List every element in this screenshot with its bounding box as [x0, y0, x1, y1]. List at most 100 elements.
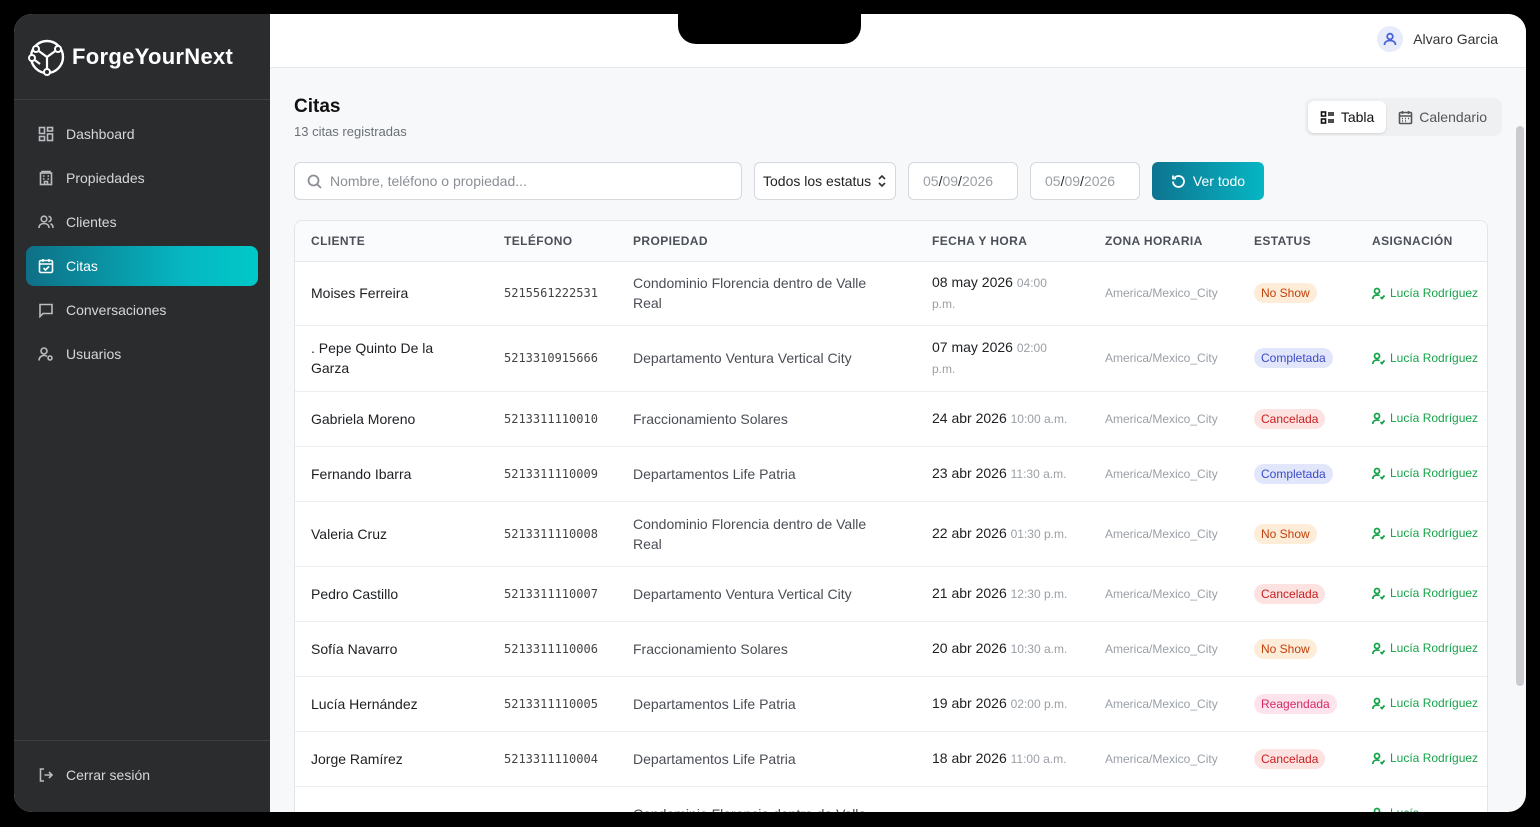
chevron-updown-icon: [878, 174, 886, 188]
fecha-value: 22 abr 2026: [932, 525, 1007, 541]
cell-fecha-hora: 22 abr 2026 01:30 p.m.: [916, 501, 1089, 567]
view-calendar-button[interactable]: Calendario: [1386, 101, 1499, 133]
cell-zona-horaria: America/Mexico_City: [1089, 676, 1238, 732]
cell-fecha-hora: 21 abr 2026 12:30 p.m.: [916, 566, 1089, 622]
zona-value: America/Mexico_City: [1105, 411, 1218, 426]
cell-telefono: 5213311110007: [488, 566, 617, 622]
logout-label: Cerrar sesión: [66, 767, 151, 783]
table-row[interactable]: Condominio Florencia dentro de Valle Luc…: [295, 786, 1487, 812]
sidebar-item-label: Propiedades: [66, 170, 145, 186]
propiedad-value: Departamentos Life Patria: [633, 695, 796, 712]
table-row[interactable]: Jorge Ramírez 5213311110004 Departamentos …: [295, 731, 1487, 787]
fecha-value: 20 abr 2026: [932, 640, 1007, 656]
propiedad-value: Fraccionamiento Solares: [633, 410, 788, 427]
user-menu[interactable]: Alvaro Garcia: [1377, 26, 1498, 52]
table-row[interactable]: . Pepe Quinto De la Garza 5213310915666 De…: [295, 325, 1487, 392]
col-telefono[interactable]: Teléfono: [488, 221, 617, 262]
user-check-icon: [1372, 697, 1385, 710]
cliente-name: Pedro Castillo: [311, 585, 399, 602]
cell-propiedad: Departamentos Life Patria: [617, 676, 916, 732]
cell-propiedad: Departamento Ventura Vertical City: [617, 566, 916, 622]
scrollbar[interactable]: [1516, 126, 1524, 686]
col-propiedad[interactable]: Propiedad: [617, 221, 916, 262]
col-estatus[interactable]: Estatus: [1238, 221, 1356, 262]
cell-telefono: [488, 786, 617, 812]
sidebar-item-dashboard[interactable]: Dashboard: [26, 114, 258, 154]
cell-cliente: . Pepe Quinto De la Garza: [295, 325, 488, 392]
main-content: Citas 13 citas registradas Tabla Calenda…: [270, 68, 1526, 812]
hora-value: 11:30 a.m.: [1010, 467, 1067, 481]
citas-table: Cliente Teléfono Propiedad Fecha y hora …: [294, 220, 1488, 812]
cell-telefono: 5213311110010: [488, 391, 617, 447]
logout-button[interactable]: Cerrar sesión: [26, 755, 258, 795]
cell-asignacion: Lucía Rodríguez: [1356, 325, 1487, 392]
col-zona-horaria[interactable]: Zona horaria: [1089, 221, 1238, 262]
sidebar-item-usuarios[interactable]: Usuarios: [26, 334, 258, 374]
cell-estatus: Cancelada: [1238, 566, 1356, 622]
table-row[interactable]: Lucía Hernández 5213311110005 Departamento…: [295, 676, 1487, 732]
col-cliente[interactable]: Cliente: [295, 221, 488, 262]
table-row[interactable]: Moises Ferreira 5215561222531 Condominio F…: [295, 261, 1487, 326]
table-row[interactable]: Pedro Castillo 5213311110007 Departamento …: [295, 566, 1487, 622]
propiedad-value: Departamento Ventura Vertical City: [633, 585, 852, 602]
status-badge: Reagendada: [1254, 693, 1337, 714]
cell-propiedad: Condominio Florencia dentro de Valle: [617, 786, 916, 812]
date-to-input[interactable]: 05/09/2026: [1030, 162, 1140, 200]
col-asignacion[interactable]: Asignación: [1356, 221, 1487, 262]
table-row[interactable]: Gabriela Moreno 5213311110010 Fraccionamie…: [295, 391, 1487, 447]
sidebar-footer: Cerrar sesión: [14, 740, 270, 812]
hora-value: 11:00 a.m.: [1010, 752, 1067, 766]
col-fecha-hora[interactable]: Fecha y hora: [916, 221, 1089, 262]
table-row[interactable]: Fernando Ibarra 5213311110009 Departamento…: [295, 446, 1487, 502]
logout-icon: [39, 768, 54, 782]
table-row[interactable]: Valeria Cruz 5213311110008 Condominio Flor…: [295, 501, 1487, 567]
asignacion-link[interactable]: Lucía: [1372, 806, 1487, 812]
cell-propiedad: Condominio Florencia dentro de Valle Rea…: [617, 261, 916, 326]
view-table-label: Tabla: [1340, 109, 1375, 125]
search-input[interactable]: [330, 173, 730, 189]
sidebar-item-clientes[interactable]: Clientes: [26, 202, 258, 242]
cell-propiedad: Departamento Ventura Vertical City: [617, 325, 916, 392]
asignacion-link[interactable]: Lucía Rodríguez: [1372, 351, 1487, 366]
cell-telefono: 5213311110005: [488, 676, 617, 732]
brand-logo[interactable]: ForgeYourNext: [14, 14, 270, 100]
cell-estatus: No Show: [1238, 621, 1356, 677]
cell-asignacion: Lucía Rodríguez: [1356, 501, 1487, 567]
status-badge: Completada: [1254, 463, 1333, 484]
sidebar-item-citas[interactable]: Citas: [26, 246, 258, 286]
cell-telefono: 5213311110004: [488, 731, 617, 787]
asignacion-link[interactable]: Lucía Rodríguez: [1372, 411, 1487, 426]
cell-fecha-hora: [916, 786, 1089, 812]
user-check-icon: [1372, 587, 1385, 600]
avatar: [1377, 26, 1404, 52]
table-row[interactable]: Sofía Navarro 5213311110006 Fraccionamient…: [295, 621, 1487, 677]
cell-estatus: Cancelada: [1238, 391, 1356, 447]
cell-zona-horaria: America/Mexico_City: [1089, 391, 1238, 447]
page-subtitle: 13 citas registradas: [294, 124, 407, 139]
cell-asignacion: Lucía Rodríguez: [1356, 566, 1487, 622]
asignacion-link[interactable]: Lucía Rodríguez: [1372, 526, 1487, 541]
status-select[interactable]: Todos los estatus: [754, 162, 896, 200]
cell-estatus: Reagendada: [1238, 676, 1356, 732]
asignacion-link[interactable]: Lucía Rodríguez: [1372, 466, 1487, 481]
cliente-name: Valeria Cruz: [311, 525, 387, 542]
sidebar-item-conversaciones[interactable]: Conversaciones: [26, 290, 258, 330]
date-from-input[interactable]: 05/09/2026: [908, 162, 1018, 200]
cell-telefono: 5215561222531: [488, 261, 617, 326]
user-check-icon: [1372, 352, 1385, 365]
sidebar-item-label: Dashboard: [66, 126, 135, 142]
asignacion-link[interactable]: Lucía Rodríguez: [1372, 751, 1487, 766]
view-table-button[interactable]: Tabla: [1307, 101, 1387, 133]
asignacion-value: Lucía Rodríguez: [1390, 751, 1479, 765]
cell-fecha-hora: 08 may 2026 04:00 p.m.: [916, 261, 1089, 326]
asignacion-link[interactable]: Lucía Rodríguez: [1372, 286, 1487, 301]
sidebar-item-propiedades[interactable]: Propiedades: [26, 158, 258, 198]
cliente-name: . Pepe Quinto De la Garza: [311, 340, 434, 376]
asignacion-link[interactable]: Lucía Rodríguez: [1372, 696, 1487, 711]
propiedad-value: Departamentos Life Patria: [633, 750, 796, 767]
ver-todo-button[interactable]: Ver todo: [1152, 162, 1264, 200]
view-toggle: Tabla Calendario: [1304, 98, 1502, 136]
telefono-value: 5213311110005: [504, 696, 598, 711]
asignacion-link[interactable]: Lucía Rodríguez: [1372, 586, 1487, 601]
asignacion-link[interactable]: Lucía Rodríguez: [1372, 641, 1487, 656]
